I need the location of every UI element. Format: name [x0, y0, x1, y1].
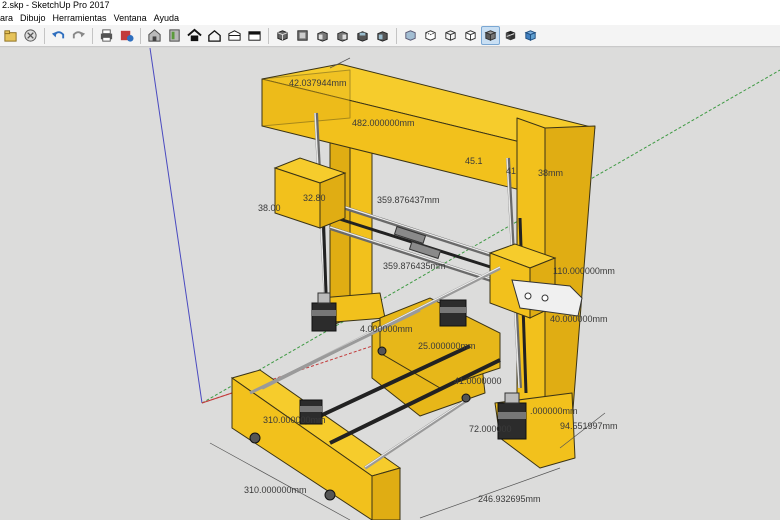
screw-hole	[541, 294, 549, 302]
bolt	[249, 432, 261, 444]
toolbar-separator	[268, 27, 269, 44]
motor-x	[439, 299, 467, 327]
dimension-label: .000000mm	[530, 406, 578, 416]
dimension-label: 45.1	[465, 156, 483, 166]
dimension-label: 38.00	[258, 203, 281, 213]
dimension-label: 42.037944mm	[289, 78, 347, 88]
dimension-label: 310.000000mm	[263, 415, 326, 425]
view-right-icon	[337, 31, 348, 42]
open-icon	[4, 30, 17, 42]
model-info-icon	[120, 30, 134, 42]
view-top-icon	[297, 30, 308, 41]
wireframe-button[interactable]	[441, 26, 460, 45]
shaded-textures-icon	[505, 30, 516, 41]
print-button[interactable]	[97, 26, 116, 45]
view-top-button[interactable]	[293, 26, 312, 45]
dimension-label: 41	[506, 166, 517, 176]
dimension-line	[419, 467, 561, 519]
wireframe-icon	[445, 30, 456, 41]
view-back-button[interactable]	[353, 26, 372, 45]
bolt	[324, 489, 336, 501]
menu-bar: ara Dibujo Herramientas Ventana Ayuda	[0, 11, 780, 25]
redo-button[interactable]	[69, 26, 88, 45]
dimension-label: 4.000000mm	[360, 324, 413, 334]
house-outline-icon	[208, 29, 221, 42]
window-title: 2.skp - SketchUp Pro 2017	[2, 0, 110, 10]
shaded-textures-button[interactable]	[501, 26, 520, 45]
menu-help[interactable]: Ayuda	[151, 11, 183, 25]
xray-icon	[405, 30, 416, 41]
print-icon	[100, 29, 113, 42]
blue-axis	[149, 48, 203, 404]
send-layout-icon	[248, 31, 261, 41]
extension-icon	[228, 30, 241, 41]
dimension-label: 310.000000mm	[244, 485, 307, 495]
toolbar-separator	[140, 27, 141, 44]
component-icon	[169, 29, 180, 42]
view-iso-icon	[277, 30, 288, 41]
dimension-label: 482.000000mm	[352, 118, 415, 128]
erase-button[interactable]	[21, 26, 40, 45]
bolt	[377, 346, 387, 356]
xray-button[interactable]	[401, 26, 420, 45]
toolbar-separator	[92, 27, 93, 44]
back-edges-icon	[425, 30, 436, 41]
hidden-line-button[interactable]	[461, 26, 480, 45]
view-front-button[interactable]	[313, 26, 332, 45]
main-toolbar	[0, 25, 780, 47]
model-info-button[interactable]	[117, 26, 136, 45]
dimension-label: 110.000000mm	[553, 266, 615, 276]
3d-viewport[interactable]: 42.037944mm 482.000000mm 45.1 41 38mm 32…	[0, 48, 780, 520]
bolt	[461, 393, 471, 403]
component-button[interactable]	[165, 26, 184, 45]
shaded-button[interactable]	[481, 26, 500, 45]
view-right-button[interactable]	[333, 26, 352, 45]
dimension-label: 246.932695mm	[478, 494, 541, 504]
redo-icon	[72, 31, 86, 39]
screw-hole	[524, 292, 532, 300]
view-left-button[interactable]	[373, 26, 392, 45]
view-back-icon	[357, 31, 368, 42]
undo-button[interactable]	[49, 26, 68, 45]
monochrome-button[interactable]	[521, 26, 540, 45]
view-iso-button[interactable]	[273, 26, 292, 45]
toolbar-separator	[44, 27, 45, 44]
view-left-icon	[377, 31, 388, 42]
dimension-label: 41.0000000	[454, 376, 502, 386]
menu-draw[interactable]: Dibujo	[17, 11, 50, 25]
window-title-bar: 2.skp - SketchUp Pro 2017	[0, 0, 780, 11]
dimension-label: 359.876435mm	[383, 261, 446, 271]
front-plate-side	[371, 467, 401, 520]
view-front-icon	[317, 31, 328, 42]
home-button[interactable]	[185, 26, 204, 45]
extension-button[interactable]	[225, 26, 244, 45]
send-layout-button[interactable]	[245, 26, 264, 45]
monochrome-icon	[524, 30, 537, 41]
dimension-label: 40.000000mm	[550, 314, 608, 324]
menu-view[interactable]: ara	[0, 11, 17, 25]
warehouse-icon	[148, 29, 161, 42]
house-outline-button[interactable]	[205, 26, 224, 45]
shaded-icon	[484, 30, 497, 41]
dimension-label: 38mm	[538, 168, 564, 178]
dimension-label: 32.80	[303, 193, 326, 203]
undo-icon	[51, 31, 65, 39]
hidden-line-icon	[465, 30, 476, 41]
menu-tools[interactable]: Herramientas	[50, 11, 111, 25]
toolbar-separator	[396, 27, 397, 44]
back-edges-button[interactable]	[421, 26, 440, 45]
menu-window[interactable]: Ventana	[111, 11, 151, 25]
dimension-label: 94.551997mm	[560, 421, 618, 431]
erase-icon	[24, 29, 37, 42]
dimension-label: 25.000000mm	[418, 341, 476, 351]
open-button[interactable]	[1, 26, 20, 45]
warehouse-button[interactable]	[145, 26, 164, 45]
dimension-label: 72.000000	[469, 424, 512, 434]
dimension-label: 359.876437mm	[377, 195, 440, 205]
home-icon	[187, 28, 202, 42]
